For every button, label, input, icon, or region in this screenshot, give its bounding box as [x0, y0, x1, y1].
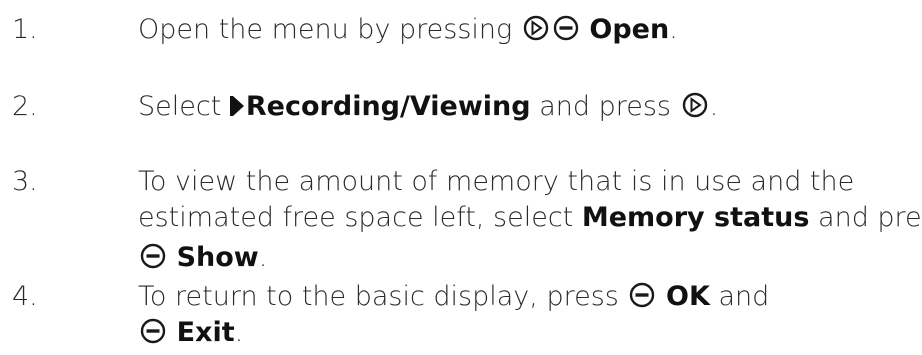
- step-text-after: .: [234, 317, 244, 348]
- step-text: To return to the basic display, press OK…: [138, 275, 918, 355]
- step-text-before: To return to the basic display, press: [138, 281, 619, 312]
- soft-key-minus-icon: [140, 318, 166, 344]
- step-line-2: estimated free space left, select Memory…: [138, 196, 922, 236]
- step-text-before: Select: [138, 91, 222, 122]
- ok-label: OK: [666, 281, 710, 312]
- navigation-select-icon: [523, 15, 549, 41]
- soft-key-minus-icon: [629, 282, 655, 308]
- step-number: 4.: [12, 281, 38, 312]
- navigation-select-icon: [682, 92, 708, 118]
- open-label: Open: [589, 14, 670, 45]
- step-text-before: Open the menu by pressing: [138, 14, 513, 45]
- step-text-middle: and press: [539, 91, 671, 122]
- step-number: 3.: [12, 166, 38, 197]
- exit-label: Exit: [176, 317, 235, 348]
- step-text-after: .: [258, 242, 268, 273]
- step-text-middle: and: [718, 281, 770, 312]
- recording-viewing-label: Recording/Viewing: [245, 91, 531, 122]
- show-label: Show: [176, 242, 259, 273]
- step-text: To view the amount of memory that is in …: [138, 160, 922, 280]
- step-line-3: Show.: [138, 236, 918, 280]
- step-line-1: To return to the basic display, press OK…: [138, 275, 918, 312]
- step-text: Open the menu by pressing Open.: [138, 8, 918, 52]
- step-number: 2.: [12, 91, 38, 122]
- soft-key-minus-icon: [140, 243, 166, 269]
- instruction-list: 1. Open the menu by pressing Open. 2. Se…: [0, 0, 922, 354]
- menu-play-arrow-icon: [229, 87, 244, 131]
- step-text-after: .: [669, 14, 678, 45]
- memory-status-label: Memory status: [581, 202, 810, 233]
- step-text: Select Recording/Viewing and press .: [138, 85, 918, 131]
- step-number: 1.: [12, 14, 38, 45]
- step-line-1: To view the amount of memory that is in …: [138, 166, 855, 197]
- step-text-after: and press: [818, 202, 922, 233]
- step-text-after: .: [709, 91, 719, 122]
- soft-key-minus-icon: [553, 15, 579, 41]
- step-text-before: estimated free space left, select: [138, 202, 574, 233]
- step-line-2: Exit.: [138, 311, 918, 355]
